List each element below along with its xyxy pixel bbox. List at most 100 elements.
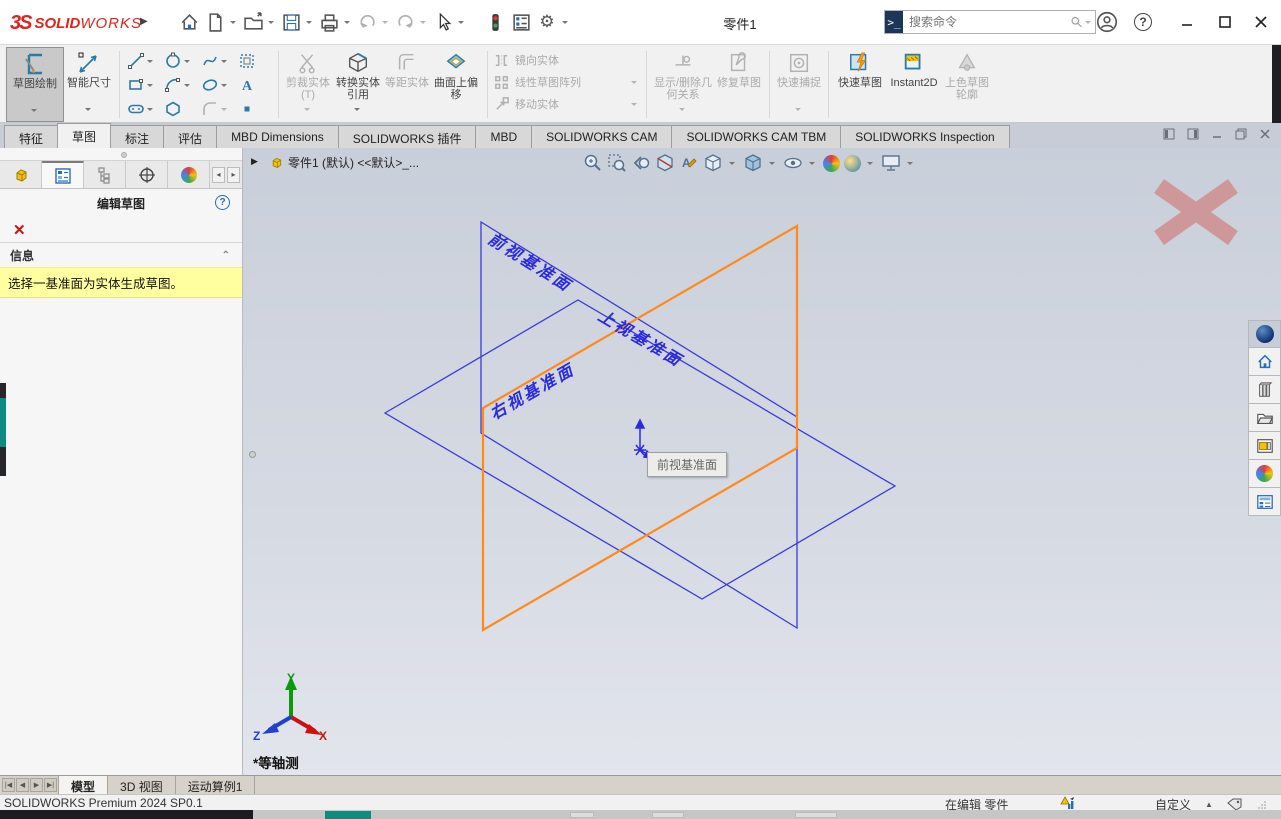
task-pane-resources-button[interactable] bbox=[1248, 348, 1281, 376]
quick-snaps-dropdown-icon[interactable] bbox=[795, 108, 801, 114]
circle-tool[interactable] bbox=[162, 52, 199, 70]
open-button[interactable] bbox=[240, 9, 266, 35]
spline-dropdown-icon[interactable] bbox=[221, 60, 227, 66]
spline-tool[interactable] bbox=[199, 52, 236, 70]
tab-sketch[interactable]: 草图 bbox=[57, 123, 111, 148]
select-cursor-button[interactable] bbox=[430, 9, 456, 35]
rectangle-tool[interactable] bbox=[125, 76, 162, 94]
cancel-sketch-button[interactable]: ✕ bbox=[13, 221, 26, 239]
circle-dropdown-icon[interactable] bbox=[184, 60, 190, 66]
move-entities-button[interactable]: 移动实体 bbox=[493, 95, 641, 113]
rectangle-dropdown-icon[interactable] bbox=[147, 84, 153, 90]
display-style-dropdown-icon[interactable] bbox=[769, 162, 775, 168]
tab-featuremanager[interactable] bbox=[0, 161, 42, 188]
tab-cam-tbm[interactable]: SOLIDWORKS CAM TBM bbox=[671, 125, 841, 148]
tab-next-icon[interactable]: ▶ bbox=[30, 778, 43, 792]
task-pane-custom-properties-button[interactable] bbox=[1248, 488, 1281, 516]
tab-evaluate[interactable]: 评估 bbox=[163, 125, 217, 148]
quick-snaps-button[interactable]: 快速捕捉 bbox=[775, 47, 823, 122]
section-view-icon[interactable] bbox=[655, 153, 675, 173]
search-icon[interactable] bbox=[1070, 14, 1083, 30]
help-icon[interactable]: ? bbox=[1130, 9, 1156, 35]
message-group-header[interactable]: 信息 ⌃ bbox=[0, 243, 242, 267]
tab-first-icon[interactable]: |◀ bbox=[2, 778, 15, 792]
arc-dropdown-icon[interactable] bbox=[184, 84, 190, 90]
trim-dropdown-icon[interactable] bbox=[304, 108, 310, 114]
user-account-icon[interactable] bbox=[1094, 9, 1120, 35]
pane-restore-icon[interactable] bbox=[1235, 128, 1247, 140]
linear-pattern-button[interactable]: 线性草图阵列 bbox=[493, 73, 641, 91]
print-button[interactable] bbox=[316, 9, 342, 35]
previous-view-icon[interactable] bbox=[631, 153, 651, 173]
line-dropdown-icon[interactable] bbox=[147, 60, 153, 66]
instant2d-button[interactable]: Instant2D bbox=[886, 47, 942, 122]
home-button[interactable] bbox=[176, 9, 202, 35]
task-pane-file-explorer-button[interactable] bbox=[1248, 404, 1281, 432]
zoom-fit-icon[interactable] bbox=[583, 153, 603, 173]
fillet-dropdown-icon[interactable] bbox=[221, 108, 227, 114]
offset-entities-button[interactable]: 等距实体 bbox=[384, 47, 430, 122]
convert-dropdown-icon[interactable] bbox=[354, 108, 360, 114]
task-pane-view-palette-button[interactable] bbox=[1248, 432, 1281, 460]
dock-left-icon[interactable] bbox=[1163, 128, 1175, 140]
panel-resize-bar[interactable] bbox=[0, 148, 242, 161]
tab-last-icon[interactable]: ▶| bbox=[44, 778, 57, 792]
ellipse-dropdown-icon[interactable] bbox=[221, 84, 227, 90]
cancel-sketch-corner-icon[interactable] bbox=[1159, 186, 1233, 238]
display-relations-dropdown-icon[interactable] bbox=[679, 108, 685, 114]
view-settings-icon[interactable] bbox=[881, 153, 901, 173]
ellipse-tool[interactable] bbox=[199, 76, 236, 94]
feature-tree-breadcrumb[interactable]: 零件1 (默认) <<默认>_... bbox=[269, 154, 419, 171]
open-dropdown-icon[interactable] bbox=[268, 21, 274, 27]
graphics-viewport[interactable]: 前视基准面 上视基准面 右视基准面 Y X Z *等轴测 ▶ 零件1 (默认) … bbox=[243, 148, 1281, 775]
tab-3d-views[interactable]: 3D 视图 bbox=[107, 776, 176, 794]
redo-button[interactable] bbox=[392, 9, 418, 35]
options-dropdown-icon[interactable] bbox=[562, 21, 568, 27]
hide-show-items-icon[interactable] bbox=[783, 153, 803, 173]
rapid-sketch-button[interactable]: 快速草图 bbox=[834, 47, 886, 122]
tab-prev-icon[interactable]: ◀ bbox=[16, 778, 29, 792]
undo-button[interactable] bbox=[354, 9, 380, 35]
convert-entities-button[interactable]: 转换实体引用 bbox=[332, 47, 384, 122]
view-orientation-dropdown-icon[interactable] bbox=[729, 162, 735, 168]
task-pane-3dexperience-button[interactable] bbox=[1248, 320, 1281, 348]
panel-help-icon[interactable]: ? bbox=[215, 195, 230, 210]
print-dropdown-icon[interactable] bbox=[344, 21, 350, 27]
apply-scene-dropdown-icon[interactable] bbox=[867, 162, 873, 168]
tab-mbd-dimensions[interactable]: MBD Dimensions bbox=[216, 125, 339, 148]
pane-minimize-icon[interactable] bbox=[1211, 128, 1223, 140]
mirror-entities-button[interactable]: 镜向实体 bbox=[493, 51, 641, 69]
slot-dropdown-icon[interactable] bbox=[147, 108, 153, 114]
save-button[interactable] bbox=[278, 9, 304, 35]
tab-model[interactable]: 模型 bbox=[58, 776, 108, 794]
tab-displaymanager[interactable] bbox=[168, 161, 210, 188]
shaded-contours-button[interactable]: 上色草图轮廓 bbox=[942, 47, 992, 122]
move-dropdown-icon[interactable] bbox=[631, 103, 637, 109]
maximize-button[interactable] bbox=[1210, 8, 1240, 36]
fillet-tool[interactable] bbox=[199, 100, 236, 118]
status-light-icon[interactable] bbox=[482, 9, 508, 35]
front-plane-label[interactable]: 前视基准面 bbox=[485, 230, 575, 296]
pane-close-icon[interactable] bbox=[1259, 128, 1271, 140]
display-relations-button[interactable]: 显示/删除几何关系 bbox=[652, 47, 714, 122]
display-style-icon[interactable] bbox=[743, 153, 763, 173]
new-document-button[interactable] bbox=[202, 9, 228, 35]
new-document-dropdown-icon[interactable] bbox=[230, 21, 236, 27]
smart-dimension-dropdown-icon[interactable] bbox=[85, 108, 91, 114]
hide-show-dropdown-icon[interactable] bbox=[809, 162, 815, 168]
resize-grip-icon[interactable] bbox=[1257, 800, 1267, 810]
annotation-visibility-icon[interactable]: A bbox=[679, 153, 699, 173]
tab-mbd[interactable]: MBD bbox=[475, 125, 532, 148]
sketch-picture-tool[interactable] bbox=[236, 52, 273, 70]
tab-markup[interactable]: 标注 bbox=[110, 125, 164, 148]
performance-warning-icon[interactable] bbox=[1060, 796, 1076, 810]
search-input[interactable] bbox=[903, 15, 1070, 29]
dock-right-icon[interactable] bbox=[1187, 128, 1199, 140]
save-dropdown-icon[interactable] bbox=[306, 21, 312, 27]
collapse-chevron-icon[interactable]: ⌃ bbox=[222, 250, 230, 261]
tab-features[interactable]: 特征 bbox=[4, 125, 58, 148]
view-orientation-icon[interactable] bbox=[703, 153, 723, 173]
redo-dropdown-icon[interactable] bbox=[420, 21, 426, 27]
tab-motion-study[interactable]: 运动算例1 bbox=[175, 776, 256, 794]
panel-resize-handle[interactable] bbox=[121, 152, 127, 158]
